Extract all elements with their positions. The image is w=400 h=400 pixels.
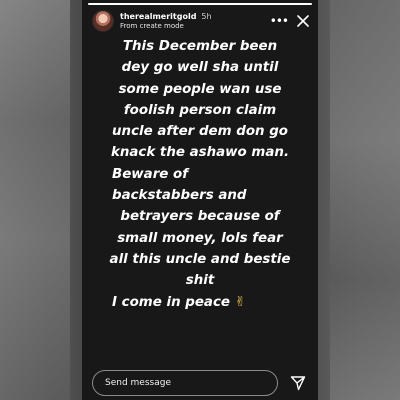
send-paper-plane-icon[interactable] [290,375,306,391]
caption-line: foolish person claim [123,102,277,118]
story-caption: This December been dey go well sha until… [94,36,306,313]
caption-line: Beware of [112,166,189,182]
send-message-input[interactable] [92,370,278,396]
caption-line: I come in peace [112,294,230,310]
caption-line: knack the ashawo man. [110,145,290,161]
story-footer [92,369,308,397]
caption-line: some people wan use [118,81,282,97]
user-info: therealmeritgold 5h From create mode [120,11,212,30]
caption-line: betrayers because of [120,209,280,225]
caption-line: all this uncle and bestie [109,251,291,267]
header-actions: ••• [270,14,310,28]
username[interactable]: therealmeritgold [120,12,196,21]
caption-line: shit [185,273,215,289]
caption-line: This December been [122,39,278,54]
caption-line: dey go well sha until [121,60,279,76]
caption-line: small money, lols fear [117,230,283,246]
close-icon[interactable] [296,14,310,28]
post-time: 5h [201,11,212,21]
create-mode-label: From create mode [120,21,184,30]
story-viewer[interactable]: therealmeritgold 5h From create mode •••… [82,0,318,400]
caption-last-line: I come in peace ✌ [94,292,306,313]
avatar[interactable] [92,10,114,32]
caption-line: uncle after dem don go [112,124,288,140]
story-progress-bar [88,3,312,5]
story-progress-fill [88,3,312,5]
caption-line: backstabbers and [112,188,247,204]
more-options-icon[interactable]: ••• [270,15,289,27]
story-header: therealmeritgold 5h From create mode ••• [92,9,310,33]
victory-hand-emoji: ✌ [234,294,246,310]
